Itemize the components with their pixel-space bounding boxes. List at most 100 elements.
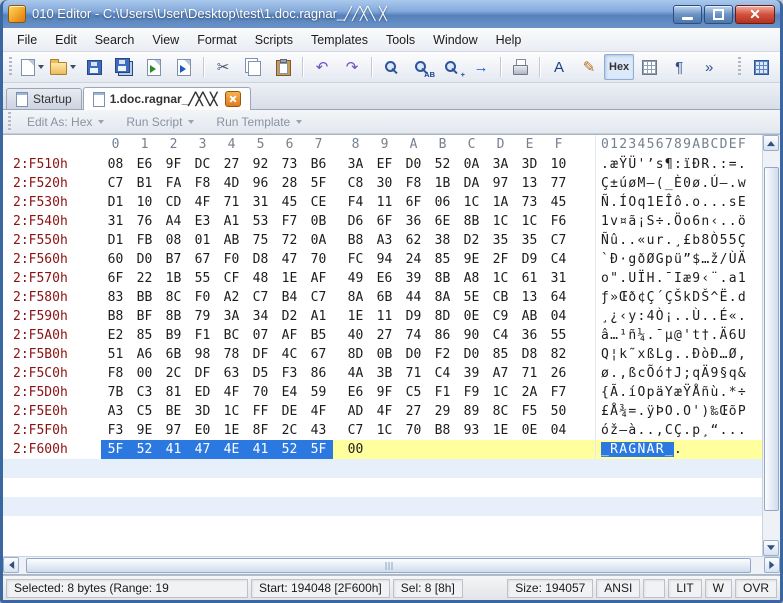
highlight-tool-button[interactable]: ✎ <box>574 54 604 80</box>
hex-byte[interactable]: 6E <box>428 212 457 231</box>
hex-byte[interactable]: 2A <box>515 383 544 402</box>
edit-as-dropdown[interactable]: Edit As: Hex <box>16 115 115 129</box>
hex-byte[interactable]: 50 <box>544 402 573 421</box>
hex-byte[interactable]: 36 <box>515 326 544 345</box>
hex-byte[interactable]: E6 <box>130 155 159 174</box>
hex-byte[interactable]: 59 <box>304 383 333 402</box>
hex-byte[interactable]: E4 <box>275 383 304 402</box>
hex-byte[interactable]: 3A <box>486 155 515 174</box>
hex-byte[interactable]: 4F <box>217 383 246 402</box>
hex-byte[interactable] <box>370 440 399 459</box>
subtoolbar-grip[interactable] <box>8 112 11 132</box>
horizontal-scroll-track[interactable] <box>19 557 764 574</box>
hex-byte[interactable]: 81 <box>159 383 188 402</box>
hex-byte[interactable]: C8 <box>341 174 370 193</box>
hex-byte[interactable]: AB <box>217 231 246 250</box>
row-ascii[interactable]: Ç±úøM–(_È0ø.Ú—.w <box>595 174 753 193</box>
hex-byte[interactable]: 2F <box>486 250 515 269</box>
replace-button[interactable]: AB <box>406 54 436 80</box>
hex-byte[interactable]: 24 <box>399 250 428 269</box>
hex-byte[interactable]: DF <box>188 364 217 383</box>
hex-byte[interactable]: 47 <box>275 250 304 269</box>
hex-byte[interactable]: 2C <box>275 421 304 440</box>
font-options-button[interactable]: A <box>544 54 574 80</box>
copy-button[interactable] <box>238 54 268 80</box>
redo-button[interactable]: ↷ <box>337 54 367 80</box>
hex-byte[interactable]: 62 <box>399 231 428 250</box>
hex-byte[interactable]: 94 <box>370 250 399 269</box>
hex-byte[interactable]: 44 <box>399 288 428 307</box>
hex-byte[interactable]: 76 <box>130 212 159 231</box>
toolbar-grip-right[interactable] <box>738 57 741 77</box>
hex-byte[interactable]: 1B <box>428 174 457 193</box>
hex-byte[interactable]: C4 <box>544 250 573 269</box>
hex-byte[interactable]: 77 <box>544 174 573 193</box>
hex-byte[interactable]: AB <box>515 307 544 326</box>
hex-byte[interactable]: 85 <box>428 250 457 269</box>
row-ascii[interactable]: ø.,ßcÕó†J;qÄ9§q& <box>595 364 753 383</box>
hex-byte[interactable]: 1E <box>217 421 246 440</box>
hex-byte[interactable]: D2 <box>457 231 486 250</box>
hex-byte[interactable]: 1C <box>217 402 246 421</box>
hex-byte[interactable]: 8F <box>246 421 275 440</box>
hex-byte[interactable]: 5F <box>304 174 333 193</box>
row-ascii[interactable]: ¸¿‹y:4Ò¡..Ù..É«. <box>595 307 753 326</box>
hex-byte[interactable]: B7 <box>159 250 188 269</box>
hex-byte[interactable]: 63 <box>217 364 246 383</box>
hex-byte[interactable]: B4 <box>275 288 304 307</box>
hex-byte[interactable]: 0B <box>370 345 399 364</box>
hex-byte[interactable]: B8 <box>101 307 130 326</box>
hex-byte[interactable]: 97 <box>486 174 515 193</box>
hex-byte[interactable]: C3 <box>130 383 159 402</box>
hex-byte[interactable]: 97 <box>159 421 188 440</box>
hex-byte[interactable]: FC <box>341 250 370 269</box>
hex-byte[interactable]: D0 <box>399 345 428 364</box>
hex-byte[interactable]: 0E <box>515 421 544 440</box>
hex-byte[interactable]: 0A <box>304 231 333 250</box>
hex-byte[interactable]: 1E <box>486 421 515 440</box>
hex-byte[interactable] <box>515 440 544 459</box>
hex-byte[interactable]: D8 <box>515 345 544 364</box>
hex-byte[interactable]: 00 <box>341 440 370 459</box>
hex-byte[interactable]: 82 <box>544 345 573 364</box>
scroll-up-button[interactable] <box>763 135 779 151</box>
hex-byte[interactable]: 6F <box>399 193 428 212</box>
hex-byte[interactable]: 9E <box>130 421 159 440</box>
hex-byte[interactable]: F9 <box>457 383 486 402</box>
menu-item-file[interactable]: File <box>8 30 46 50</box>
menu-item-tools[interactable]: Tools <box>377 30 424 50</box>
hex-byte[interactable]: ED <box>188 383 217 402</box>
hex-byte[interactable]: C7 <box>101 174 130 193</box>
hex-byte[interactable]: 8B <box>428 269 457 288</box>
hex-byte[interactable]: D8 <box>246 250 275 269</box>
hex-byte[interactable]: D9 <box>399 307 428 326</box>
hex-byte[interactable]: 11 <box>370 307 399 326</box>
hex-byte[interactable]: BB <box>130 288 159 307</box>
import-hex-button[interactable] <box>139 54 169 80</box>
hex-byte[interactable]: D1 <box>101 193 130 212</box>
hex-byte[interactable]: 55 <box>188 269 217 288</box>
hex-byte[interactable]: 00 <box>130 364 159 383</box>
scroll-down-button[interactable] <box>763 540 779 556</box>
find-button[interactable] <box>376 54 406 80</box>
hex-byte[interactable]: C7 <box>341 421 370 440</box>
hex-byte[interactable]: B8 <box>341 231 370 250</box>
hex-mode-button[interactable]: Hex <box>604 54 634 80</box>
hex-byte[interactable]: 3A <box>341 155 370 174</box>
hex-byte[interactable]: A8 <box>457 269 486 288</box>
hex-byte[interactable]: 67 <box>304 345 333 364</box>
hex-byte[interactable]: 36 <box>399 212 428 231</box>
hex-byte[interactable]: 70 <box>246 383 275 402</box>
row-ascii[interactable]: `Ð·gðØGpü”$…ž/ÙÄ <box>595 250 753 269</box>
hex-byte[interactable]: 41 <box>246 440 275 459</box>
hex-byte[interactable]: DE <box>275 402 304 421</box>
hex-byte[interactable]: 90 <box>457 326 486 345</box>
hex-byte[interactable]: 26 <box>544 364 573 383</box>
hex-byte[interactable]: 30 <box>370 174 399 193</box>
hex-byte[interactable]: 1E <box>341 307 370 326</box>
hex-byte[interactable]: AD <box>341 402 370 421</box>
menu-item-scripts[interactable]: Scripts <box>246 30 302 50</box>
hex-byte[interactable]: 01 <box>188 231 217 250</box>
hex-byte[interactable]: BC <box>217 326 246 345</box>
hex-byte[interactable]: 67 <box>188 250 217 269</box>
